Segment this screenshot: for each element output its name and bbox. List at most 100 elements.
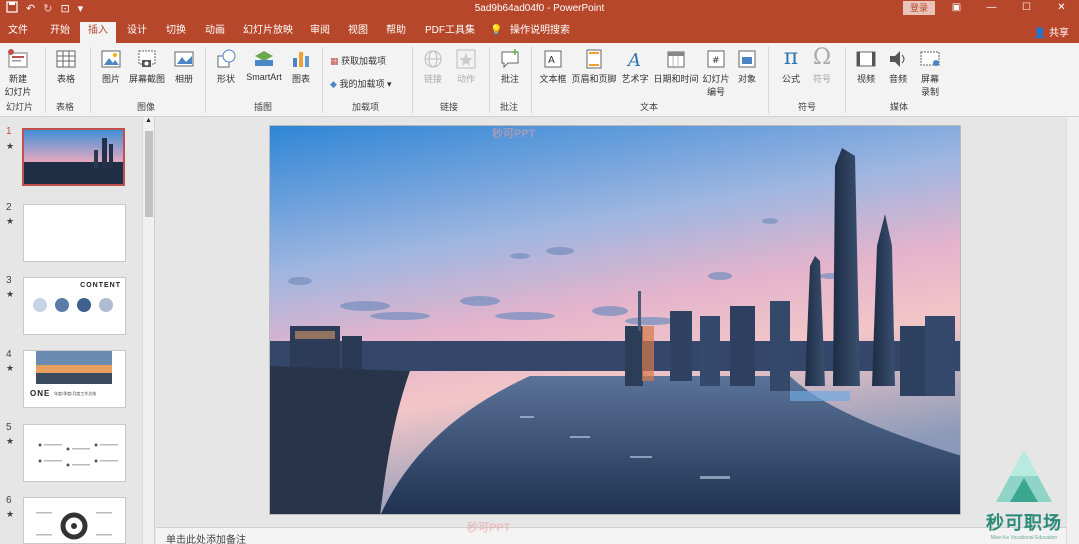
current-slide[interactable]: 秒可PPT [269, 125, 961, 515]
close-button[interactable]: ✕ [1044, 0, 1079, 18]
maximize-button[interactable]: ☐ [1009, 0, 1044, 18]
tab-file[interactable]: 文件 [8, 23, 28, 43]
slide-number: 2 [6, 202, 12, 213]
tab-animations[interactable]: 动画 [205, 23, 225, 43]
my-addins-label: 我的加载项 [339, 79, 385, 89]
minimize-button[interactable]: — [974, 0, 1009, 18]
screen-record-button[interactable]: 屏幕 录制 [916, 48, 944, 98]
wordart-button[interactable]: A 艺术字 [620, 48, 650, 85]
tab-home[interactable]: 开始 [50, 23, 70, 43]
slide-thumbnail-1[interactable] [22, 128, 125, 186]
screenshot-label: 屏幕截图 [128, 74, 165, 84]
shapes-button[interactable]: 形状 [212, 48, 240, 85]
smartart-icon [255, 51, 273, 66]
tab-transitions[interactable]: 切换 [166, 23, 186, 43]
tab-view[interactable]: 视图 [348, 23, 368, 43]
svg-text:A: A [626, 50, 641, 70]
slide-number-label: 幻灯片 编号 [702, 74, 730, 97]
slide-scrollbar[interactable] [1066, 117, 1079, 544]
table-button[interactable]: 表格 [52, 48, 80, 85]
calendar-icon [667, 51, 685, 68]
new-slide-button[interactable]: 新建 幻灯片 [4, 48, 32, 98]
tab-slideshow[interactable]: 幻灯片放映 [243, 23, 293, 43]
album-button[interactable]: 相册 [170, 48, 198, 85]
slide-number: 4 [6, 349, 12, 360]
picture-button[interactable]: 图片 [97, 48, 125, 85]
equation-button[interactable]: π 公式 [777, 46, 805, 85]
slide-thumbnail-5[interactable] [23, 424, 126, 482]
group-label-links: 链接 [440, 102, 459, 112]
slide-number: 1 [6, 126, 12, 137]
comment-button[interactable]: 批注 [497, 48, 523, 85]
brand-logo: 秒可职场 Miao Ke Vocational Education [985, 448, 1063, 541]
pi-icon: π [783, 45, 799, 70]
slide-number: 5 [6, 422, 12, 433]
action-label: 动作 [456, 74, 475, 84]
shapes-label: 形状 [216, 74, 235, 84]
group-label-illustrations: 插图 [254, 102, 273, 112]
link-label: 链接 [423, 74, 442, 84]
tab-review[interactable]: 审阅 [310, 23, 330, 43]
link-button[interactable]: 链接 [420, 48, 446, 85]
comment-label: 批注 [500, 74, 519, 84]
tab-insert[interactable]: 插入 [80, 22, 116, 43]
scrollbar-thumb[interactable] [145, 131, 153, 217]
slide-number-button[interactable]: # 幻灯片 编号 [702, 48, 730, 98]
datetime-button[interactable]: 日期和时间 [652, 48, 700, 85]
group-label-symbols: 符号 [798, 102, 817, 112]
slide-thumbnail-4[interactable]: ONE 年度/季度/月度工作总结 [23, 350, 126, 408]
brand-name: 秒可职场 [986, 513, 1062, 533]
symbol-button[interactable]: Ω 符号 [808, 46, 836, 85]
animation-star-icon: ★ [6, 363, 15, 373]
new-slide-label: 新建 幻灯片 [4, 74, 32, 97]
share-button[interactable]: 👤 共享 [1034, 24, 1069, 39]
scroll-up-arrow-icon[interactable]: ▲ [145, 117, 152, 124]
my-addins-button[interactable]: ◆ 我的加载项 ▾ [330, 77, 410, 90]
picture-label: 图片 [101, 74, 120, 84]
slide-number: 6 [6, 495, 12, 506]
object-button[interactable]: 对象 [734, 48, 760, 85]
chart-icon [293, 52, 309, 67]
slide-number-icon: # [707, 50, 725, 68]
omega-icon: Ω [812, 45, 832, 70]
thumbnail-ring-diagram [36, 512, 112, 540]
slide-thumbnail-6[interactable] [23, 497, 126, 544]
group-divider [412, 47, 413, 113]
photo-album-icon [174, 51, 194, 67]
audio-button[interactable]: 音频 [884, 48, 912, 85]
thumbnails-scrollbar[interactable]: ▲ [142, 117, 154, 544]
group-label-media: 媒体 [890, 102, 909, 112]
header-footer-button[interactable]: 页眉和页脚 [570, 48, 618, 85]
watermark-text: 秒可PPT [492, 128, 536, 140]
video-button[interactable]: 视频 [852, 48, 880, 85]
screen-record-label: 屏幕 录制 [920, 74, 939, 97]
title-bar: ↶ ↻ ⊡ ▾ 5ad9b64ad04f0 - PowerPoint 登录 ▣ … [0, 0, 1079, 19]
tab-pdf-tools[interactable]: PDF工具集 [425, 23, 475, 43]
action-button[interactable]: 动作 [452, 48, 480, 85]
notes-pane[interactable]: 单击此处添加备注 [156, 527, 1066, 544]
smartart-button[interactable]: SmartArt [243, 48, 285, 82]
group-label-text: 文本 [640, 102, 659, 112]
get-addins-button[interactable]: ▦ 获取加载项 [330, 54, 410, 67]
tell-me-search[interactable]: 操作说明搜索 [510, 23, 570, 43]
slide-thumbnail-2[interactable] [23, 204, 126, 262]
chart-label: 图表 [291, 74, 310, 84]
ribbon-display-icon[interactable]: ▣ [939, 0, 974, 18]
thumbnail-circles [33, 298, 113, 312]
chart-button[interactable]: 图表 [288, 48, 314, 85]
textbox-button[interactable]: A 文本框 [538, 48, 568, 85]
header-footer-label: 页眉和页脚 [571, 74, 617, 84]
group-label-tables: 表格 [56, 102, 75, 112]
slide-thumbnail-3[interactable]: CONTENT [23, 277, 126, 335]
ribbon-insert: 新建 幻灯片 幻灯片 表格 表格 图片 屏幕截图 相册 图像 形状 SmartA… [0, 43, 1079, 117]
animation-star-icon: ★ [6, 509, 15, 519]
tab-design[interactable]: 设计 [127, 23, 147, 43]
addins-icon: ◆ [330, 79, 337, 89]
screenshot-button[interactable]: 屏幕截图 [127, 48, 167, 85]
city-skyline-thumbnail [24, 130, 123, 184]
symbol-label: 符号 [812, 74, 831, 84]
shapes-icon [217, 49, 236, 68]
tab-help[interactable]: 帮助 [386, 23, 406, 43]
login-button[interactable]: 登录 [903, 1, 935, 15]
group-label-comments: 批注 [500, 102, 519, 112]
